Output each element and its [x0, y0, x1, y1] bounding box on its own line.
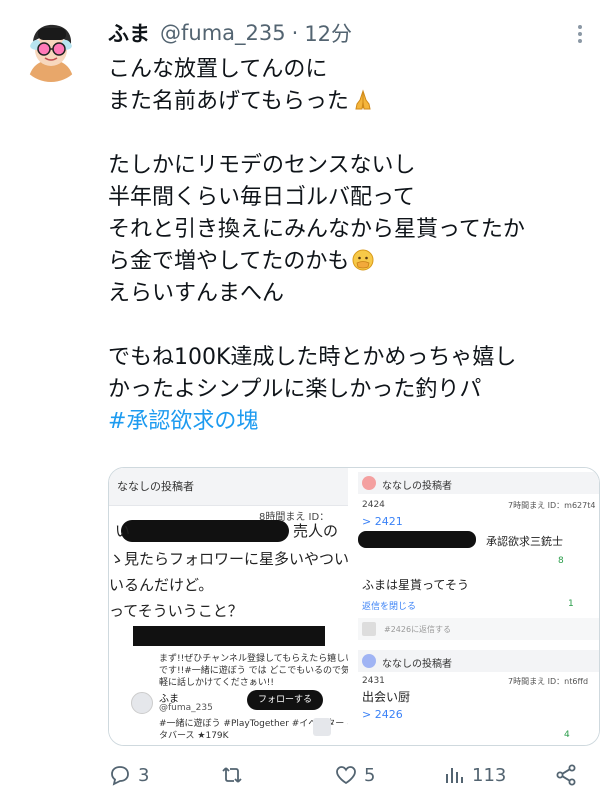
redacted-bar	[133, 626, 325, 646]
user-handle[interactable]: @fuma_235	[160, 21, 286, 45]
post-text-fragment: い	[115, 522, 131, 540]
post-text: 出会い厨	[362, 690, 411, 704]
tweet-line-text: また名前あげてもらった	[108, 89, 349, 114]
card-text: 軽に話しかけてくださぁい!!	[159, 678, 274, 688]
post-text: 売人の	[293, 522, 339, 540]
views-chart-icon	[446, 768, 463, 783]
tweet-line: えらいすんまへん	[108, 281, 285, 306]
tweet-line: ら金で増やしてたのかも	[108, 246, 608, 278]
post-header: ななしの投稿者	[358, 472, 599, 494]
more-options-icon[interactable]	[566, 20, 594, 48]
poster-name: ななしの投稿者	[382, 659, 452, 670]
reply-button[interactable]: 3	[108, 760, 149, 790]
like-count: 4	[564, 730, 570, 740]
post-text: ふまは星貰ってそう	[362, 578, 470, 592]
post-text: ってそういうこと？	[109, 602, 243, 620]
media-divider	[348, 468, 358, 745]
media-image-right[interactable]: ななしの投稿者 2424 7時間まえ ID：m627t4 > 2421 承認欲求…	[358, 468, 599, 745]
reply-box: #2426に返信する	[358, 618, 599, 640]
post-text: 承認欲求三銃士	[486, 535, 563, 548]
like-button[interactable]: 5	[334, 760, 375, 790]
views-button[interactable]: 113	[442, 760, 506, 790]
post-number: 2431	[362, 676, 385, 686]
reply-icon	[362, 622, 376, 636]
post-text: ゝ見たらフォロワーに星多いやつい	[109, 550, 348, 568]
views-count: 113	[472, 764, 507, 786]
follow-button: フォローする	[247, 690, 323, 710]
zoom-icon	[313, 718, 331, 736]
display-name[interactable]: ふま	[108, 18, 150, 48]
share-icon	[556, 764, 576, 786]
reply-link: > 2426	[362, 708, 403, 721]
reply-link: > 2421	[362, 515, 403, 528]
poster-icon	[362, 476, 376, 490]
poster-name: ななしの投稿者	[117, 480, 194, 493]
post-meta: 7時間まえ ID：nt6ffd	[508, 677, 589, 686]
post-header: ななしの投稿者	[358, 650, 599, 672]
poster-icon	[362, 654, 376, 668]
separator: ·	[291, 21, 299, 45]
card-avatar	[131, 692, 153, 714]
tweet-line: また名前あげてもらった	[108, 86, 608, 118]
post-text: いるんだけど。	[109, 576, 214, 594]
post-meta: 7時間まえ ID：m627t4	[508, 501, 596, 510]
media-image-left[interactable]: ななしの投稿者 8時間まえ ID： い 売人の ゝ見たらフォロワーに星多いやつい…	[109, 468, 348, 745]
timestamp[interactable]: 12分	[304, 18, 352, 48]
attached-media: ななしの投稿者 8時間まえ ID： い 売人の ゝ見たらフォロワーに星多いやつい…	[108, 467, 600, 746]
tweet-line-text: ら金で増やしてたのかも	[108, 249, 350, 274]
poster-name: ななしの投稿者	[382, 481, 452, 492]
user-avatar[interactable]	[18, 16, 84, 82]
reply-count: 3	[138, 764, 150, 786]
tweet-line: たしかにリモデのセンスないし	[108, 153, 416, 178]
card-handle: @fuma_235	[159, 703, 213, 713]
hashtag-link[interactable]: #承認欲求の塊	[108, 406, 608, 438]
folded-hands-emoji-icon	[355, 89, 371, 110]
reply-placeholder: #2426に返信する	[384, 625, 452, 634]
tweet-line: でもね100K達成した時とかめっちゃ嬉し	[108, 345, 517, 370]
reply-toggle: 返信を閉じる	[362, 602, 417, 612]
tweet: ふま @fuma_235 · 12分 こんな放置してんのに また名前あげてもらっ…	[0, 0, 614, 800]
action-bar: 3 5 113	[108, 760, 598, 790]
share-button[interactable]	[554, 760, 578, 790]
hand-over-mouth-emoji-icon	[352, 249, 374, 271]
like-count: 8	[558, 556, 564, 566]
tweet-line: 半年間くらい毎日ゴルバ配って	[108, 185, 415, 210]
post-number: 2424	[362, 500, 385, 510]
redacted-bar	[358, 531, 476, 548]
tweet-line: こんな放置してんのに	[108, 57, 328, 82]
retweet-icon	[222, 767, 242, 783]
tweet-header: ふま @fuma_235 · 12分	[108, 18, 352, 48]
card-tags: タバース ★179K	[159, 731, 229, 741]
tweet-text: こんな放置してんのに また名前あげてもらった たしかにリモデのセンスないし 半年…	[108, 54, 608, 438]
tweet-line: かったよシンプルに楽しかった釣りパ	[108, 377, 482, 402]
heart-icon	[336, 766, 356, 785]
redacted-bar	[121, 520, 289, 542]
reply-icon	[111, 766, 129, 786]
retweet-button[interactable]	[220, 760, 250, 790]
like-count: 1	[568, 599, 574, 609]
like-count: 5	[364, 764, 376, 786]
tweet-line: それと引き換えにみんなから星貰ってたか	[108, 217, 525, 242]
post-header: ななしの投稿者	[109, 468, 348, 506]
